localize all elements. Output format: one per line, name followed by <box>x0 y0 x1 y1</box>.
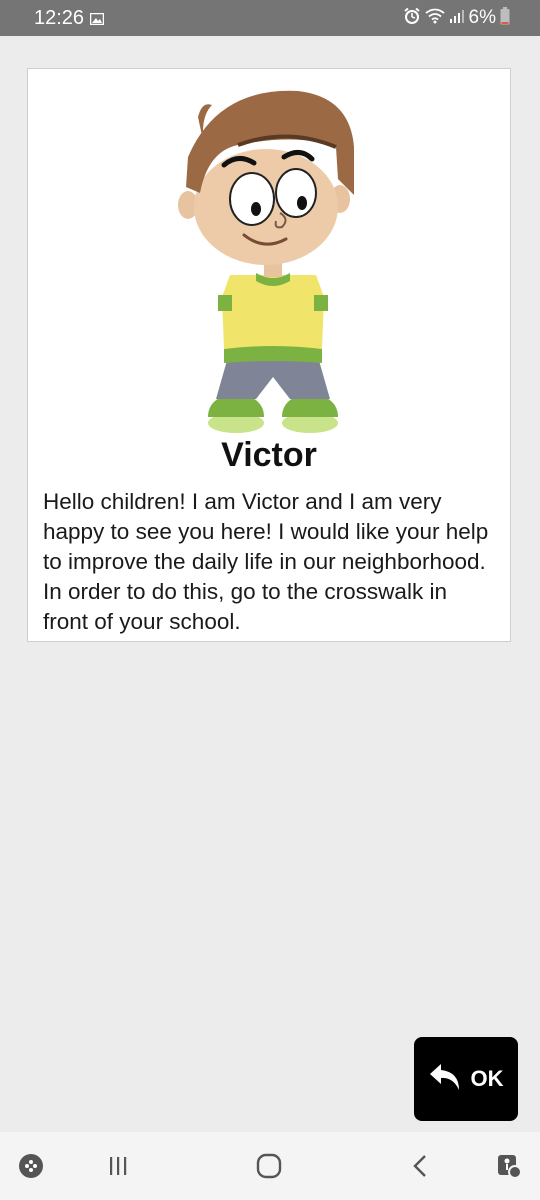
wifi-icon <box>424 8 445 29</box>
character-card: Victor Hello children! I am Victor and I… <box>27 68 511 642</box>
back-icon[interactable] <box>407 1152 435 1180</box>
character-name: Victor <box>221 436 317 474</box>
alarm-icon <box>403 7 421 30</box>
status-time: 12:26 <box>34 7 85 29</box>
character-message: Hello children! I am Victor and I am ver… <box>43 489 489 634</box>
ok-button-label: OK <box>470 1066 504 1091</box>
battery-icon <box>500 6 510 30</box>
victor-character-image <box>178 90 354 433</box>
recent-apps-icon[interactable] <box>104 1152 132 1180</box>
game-launcher-icon[interactable] <box>17 1152 45 1180</box>
reply-arrow-icon <box>429 1062 461 1097</box>
status-icons: 6% <box>403 6 510 30</box>
accessibility-icon[interactable] <box>495 1152 523 1180</box>
signal-icon <box>449 8 465 29</box>
ok-button[interactable]: OK <box>414 1037 518 1121</box>
battery-percent: 6% <box>468 7 496 28</box>
gallery-icon <box>89 12 105 30</box>
status-bar: 12:26 6% <box>0 0 540 36</box>
home-icon[interactable] <box>255 1152 283 1180</box>
system-nav-bar <box>0 1132 540 1200</box>
